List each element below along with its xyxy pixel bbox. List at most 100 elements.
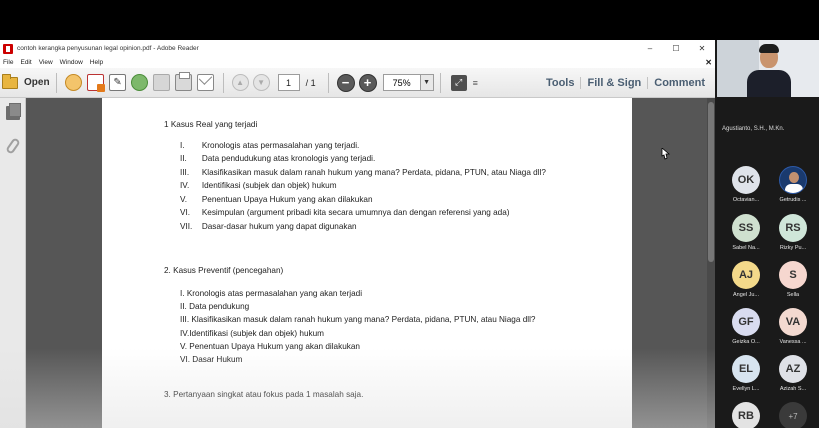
tab-tools[interactable]: Tools xyxy=(540,77,581,89)
zoom-dropdown-button[interactable]: ▼ xyxy=(420,74,434,91)
zoom-level-input[interactable]: 75% xyxy=(382,74,421,91)
navigation-pane xyxy=(0,98,26,428)
screen: contoh kerangka penyusunan legal opinion… xyxy=(0,0,819,428)
email-icon[interactable] xyxy=(197,74,215,91)
list-item: I. Kronologis atas permasalahan yang ter… xyxy=(180,141,360,150)
page-total: / 1 xyxy=(305,77,316,88)
open-button[interactable]: Open xyxy=(2,73,50,89)
zoom-out-button[interactable]: − xyxy=(336,73,355,92)
section-heading: 3. Pertanyaan singkat atau fokus pada 1 … xyxy=(164,390,364,399)
avatar: GF xyxy=(732,308,760,336)
participant-tile[interactable]: VA Vanessa ... xyxy=(768,308,818,354)
cloud-upload-icon[interactable] xyxy=(131,74,149,91)
menu-edit[interactable]: Edit xyxy=(20,59,31,66)
vertical-scrollbar[interactable] xyxy=(707,98,715,428)
minimize-button[interactable]: – xyxy=(637,40,663,57)
mouse-cursor-icon xyxy=(661,148,670,160)
participant-tile[interactable]: SS Sabel Na... xyxy=(721,214,771,260)
pdf-app-icon xyxy=(3,43,13,54)
participant-tile[interactable]: GF Geizka O... xyxy=(721,308,771,354)
avatar: RB xyxy=(732,402,760,428)
participant-name: Getrudis ... xyxy=(779,197,807,203)
participant-tile[interactable]: OK Octavian... xyxy=(721,166,771,212)
toolbar-divider xyxy=(327,72,329,93)
section-heading: 1 Kasus Real yang terjadi xyxy=(164,120,258,129)
tab-fill-sign[interactable]: Fill & Sign xyxy=(580,77,647,89)
list-item: VII. Dasar-dasar hukum yang dapat diguna… xyxy=(180,222,357,231)
maximize-button[interactable]: ☐ xyxy=(663,40,689,57)
toolbar-divider xyxy=(439,72,441,93)
window-title: contoh kerangka penyusunan legal opinion… xyxy=(17,45,199,52)
next-page-button[interactable]: ▼ xyxy=(252,74,270,91)
create-pdf-icon[interactable] xyxy=(87,74,106,92)
list-item: II. Data pendudukung atas kronologis yan… xyxy=(180,154,376,163)
document-close-button[interactable]: ✕ xyxy=(705,57,712,68)
list-item: III. Klasifikasikan masuk dalam ranah hu… xyxy=(180,168,546,177)
participant-name: Geizka O... xyxy=(732,339,760,345)
menu-view[interactable]: View xyxy=(39,59,53,66)
list-item: I. Kronologis atas permasalahan yang aka… xyxy=(180,289,363,298)
list-item: IV.Identifikasi (subjek dan objek) hukum xyxy=(180,329,324,338)
edit-sign-icon[interactable] xyxy=(109,74,127,91)
list-item: V. Penentuan Upaya Hukum yang akan dilak… xyxy=(180,195,373,204)
list-item: VI. Kesimpulan (argument pribadi kita se… xyxy=(180,208,510,217)
more-count-badge: +7 xyxy=(779,402,807,428)
list-item: VI. Dasar Hukum xyxy=(180,355,243,364)
speaker-hair xyxy=(759,44,779,53)
participant-name: Rizky Pu... xyxy=(779,245,807,251)
participant-name: Evellyn L... xyxy=(732,386,760,392)
list-item: V. Penentuan Upaya Hukum yang akan dilak… xyxy=(180,342,360,351)
participant-name: Azizah S... xyxy=(779,386,807,392)
participant-tile[interactable]: Getrudis ... xyxy=(768,166,818,212)
participant-name: Angel Ju... xyxy=(733,292,759,298)
participant-tile[interactable]: AZ Azizah S... xyxy=(768,355,818,401)
menu-help[interactable]: Help xyxy=(90,59,103,66)
page-number-input[interactable]: 1 xyxy=(277,74,300,91)
speaker-name: Agustianto, S.H., M.Kn. xyxy=(722,126,785,132)
toolbar: Open ▲ ▼ 1 / 1 − + 75% ▼ ⤢ ≡ Tools xyxy=(0,68,715,98)
settings-gear-icon[interactable] xyxy=(65,74,83,91)
adobe-reader-window: contoh kerangka penyusunan legal opinion… xyxy=(0,40,715,428)
menu-window[interactable]: Window xyxy=(60,59,83,66)
window-controls: – ☐ ✕ xyxy=(637,40,715,57)
attachments-paperclip-icon[interactable] xyxy=(5,137,21,155)
avatar: OK xyxy=(732,166,760,194)
document-area: 1 Kasus Real yang terjadi I. Kronologis … xyxy=(0,98,715,428)
task-panes: Tools Fill & Sign Comment xyxy=(540,68,711,98)
participant-name: Vanessa ... xyxy=(779,339,807,345)
scrollbar-thumb[interactable] xyxy=(708,102,714,262)
participant-tile[interactable]: RB xyxy=(721,402,771,428)
avatar xyxy=(779,166,807,194)
avatar: AZ xyxy=(779,355,807,383)
title-bar: contoh kerangka penyusunan legal opinion… xyxy=(0,40,715,57)
close-button[interactable]: ✕ xyxy=(689,40,715,57)
open-label: Open xyxy=(24,77,50,88)
participant-tile[interactable]: RS Rizky Pu... xyxy=(768,214,818,260)
save-icon[interactable] xyxy=(153,74,171,91)
avatar: AJ xyxy=(732,261,760,289)
participant-tile[interactable]: AJ Angel Ju... xyxy=(721,261,771,307)
participant-name: Octavian... xyxy=(732,197,760,203)
page-thumbnails-icon[interactable] xyxy=(6,103,21,120)
list-item: III. Klasifikasikan masuk dalam ranah hu… xyxy=(180,315,536,324)
avatar: SS xyxy=(732,214,760,242)
section-heading: 2. Kasus Preventif (pencegahan) xyxy=(164,266,284,275)
fit-page-icon[interactable]: ⤢ xyxy=(450,74,467,91)
zoom-in-button[interactable]: + xyxy=(358,73,377,92)
previous-page-button[interactable]: ▲ xyxy=(231,74,249,91)
tab-comment[interactable]: Comment xyxy=(647,77,711,89)
list-item: IV. Identifikasi (subjek dan objek) huku… xyxy=(180,181,337,190)
speaker-body xyxy=(747,70,791,97)
list-item: II. Data pendukung xyxy=(180,302,250,311)
participant-tile[interactable]: S Sella xyxy=(768,261,818,307)
folder-open-icon xyxy=(2,73,18,89)
participant-name: Sella xyxy=(786,292,800,298)
toolbar-divider xyxy=(55,72,57,93)
more-participants-button[interactable]: +7 xyxy=(768,402,818,428)
toolbar-more-chevron-icon[interactable]: ≡ xyxy=(473,78,478,88)
active-speaker-video[interactable] xyxy=(717,40,819,97)
print-icon[interactable] xyxy=(175,72,193,91)
participants-panel: Agustianto, S.H., M.Kn. OK Octavian... G… xyxy=(715,40,819,428)
participant-tile[interactable]: EL Evellyn L... xyxy=(721,355,771,401)
menu-file[interactable]: File xyxy=(3,59,13,66)
